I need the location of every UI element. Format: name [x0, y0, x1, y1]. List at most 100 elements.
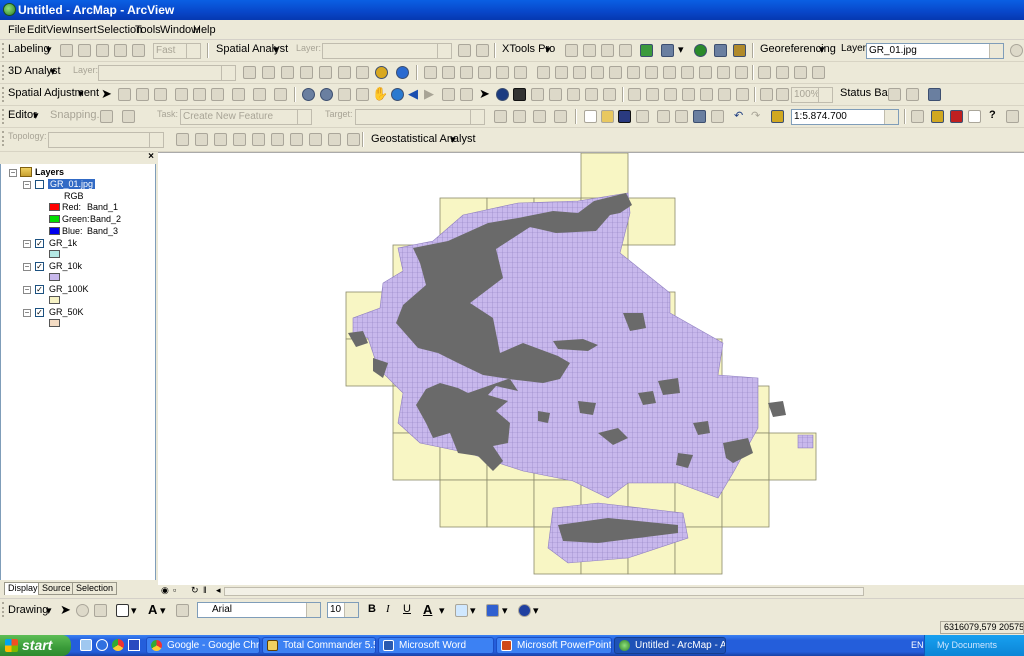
layout-tool-icon[interactable] — [664, 88, 677, 101]
layout-view-icon[interactable]: ▫ — [173, 585, 176, 595]
grid-tool-icon[interactable] — [442, 66, 455, 79]
chevron-down-icon[interactable]: ▾ — [46, 604, 52, 617]
label-tool-icon[interactable] — [114, 44, 127, 57]
grid-tool-icon[interactable] — [735, 66, 748, 79]
zoom-out-icon[interactable] — [320, 88, 333, 101]
layout-tool-icon[interactable] — [776, 88, 789, 101]
rectangle-icon[interactable] — [116, 604, 129, 617]
chevron-down-icon[interactable]: ▾ — [160, 604, 166, 617]
label-speed-dropdown[interactable]: Fast — [153, 43, 201, 59]
chevron-down-icon[interactable]: ▾ — [470, 604, 476, 617]
grid-tool-icon[interactable] — [537, 66, 550, 79]
adjust-tool-icon[interactable] — [154, 88, 167, 101]
edit-tool-icon[interactable] — [494, 110, 507, 123]
xtools-icon[interactable] — [601, 44, 614, 57]
edit-vertices-icon[interactable] — [176, 604, 189, 617]
georef-layer-dropdown[interactable]: GR_01.jpg — [866, 43, 1004, 59]
horizontal-scrollbar[interactable] — [224, 587, 864, 596]
grid-tool-icon[interactable] — [609, 66, 622, 79]
topology-tool-icon[interactable] — [309, 133, 322, 146]
menu-insert[interactable]: Insert — [69, 24, 97, 36]
fixed-zoom-out-icon[interactable] — [356, 88, 369, 101]
grid-tool-icon[interactable] — [645, 66, 658, 79]
select-elements-icon[interactable]: ➤ — [60, 602, 71, 618]
chevron-down-icon[interactable]: ▾ — [533, 604, 539, 617]
open-folder-icon[interactable] — [601, 110, 614, 123]
layer-checkbox[interactable]: ✓ — [35, 308, 44, 317]
toolbox-icon[interactable] — [950, 110, 963, 123]
new-document-icon[interactable] — [584, 110, 597, 123]
redo-icon[interactable]: ↷ — [751, 109, 760, 122]
3d-layer-dropdown[interactable] — [98, 65, 236, 81]
grid-tool-icon[interactable] — [812, 66, 825, 79]
map-canvas[interactable] — [158, 153, 1024, 586]
topology-tool-icon[interactable] — [271, 133, 284, 146]
adjust-tool-icon[interactable] — [253, 88, 266, 101]
clear-selection-icon[interactable] — [460, 88, 473, 101]
grid-tool-icon[interactable] — [717, 66, 730, 79]
chevron-down-icon[interactable]: ▾ — [273, 43, 279, 56]
map-scale-dropdown[interactable]: 1:5.874.700 — [791, 109, 899, 125]
scroll-left-icon[interactable]: ◂ — [216, 585, 221, 596]
chevron-down-icon[interactable]: ▾ — [131, 604, 137, 617]
status-bar-button[interactable]: Status Bar — [840, 87, 891, 99]
topology-tool-icon[interactable] — [328, 133, 341, 146]
font-dropdown[interactable]: Arial — [197, 602, 321, 618]
collapse-icon[interactable]: − — [23, 263, 31, 271]
analyst-layer-dropdown[interactable] — [322, 43, 452, 59]
collapse-icon[interactable]: − — [23, 286, 31, 294]
zoom-percent-dropdown[interactable]: 100% — [791, 87, 833, 103]
fill-color-icon[interactable] — [455, 604, 468, 617]
layout-tool-icon[interactable] — [888, 88, 901, 101]
grid-tool-icon[interactable] — [573, 66, 586, 79]
grid-tool-icon[interactable] — [591, 66, 604, 79]
paste-icon[interactable] — [693, 110, 706, 123]
collapse-icon[interactable]: − — [23, 240, 31, 248]
steepest-path-icon[interactable] — [262, 66, 275, 79]
layers-root[interactable]: Layers — [35, 167, 64, 177]
editor-toolbar-icon[interactable] — [1006, 110, 1019, 123]
font-color-icon[interactable]: A — [423, 602, 432, 617]
go-to-xy-icon[interactable] — [531, 88, 544, 101]
search-icon[interactable] — [733, 44, 746, 57]
grid-tool-icon[interactable] — [758, 66, 771, 79]
calculator-icon[interactable] — [714, 44, 727, 57]
adjust-tool-icon[interactable] — [118, 88, 131, 101]
chevron-down-icon[interactable]: ▾ — [439, 604, 445, 617]
layout-tool-icon[interactable] — [928, 88, 941, 101]
measure-icon[interactable] — [549, 88, 562, 101]
topology-tool-icon[interactable] — [195, 133, 208, 146]
histogram-icon[interactable] — [458, 44, 471, 57]
add-data-icon[interactable] — [640, 44, 653, 57]
arcglobe-icon[interactable] — [396, 66, 409, 79]
menu-tools[interactable]: Tools — [135, 24, 161, 36]
print-icon[interactable] — [636, 110, 649, 123]
taskbar-item-chrome[interactable]: Google - Google Chrome — [146, 637, 260, 654]
layout-tool-icon[interactable] — [718, 88, 731, 101]
topology-tool-icon[interactable] — [176, 133, 189, 146]
data-view-icon[interactable]: ◉ — [161, 585, 169, 596]
underline-button[interactable]: U — [403, 603, 411, 615]
grid-tool-icon[interactable] — [514, 66, 527, 79]
classify-icon[interactable] — [476, 44, 489, 57]
select-elements-icon[interactable]: ➤ — [479, 87, 490, 100]
edit-tool-icon[interactable] — [100, 110, 113, 123]
time-slider-icon[interactable] — [603, 88, 616, 101]
label-tool-icon[interactable] — [60, 44, 73, 57]
layer-name-gr-01[interactable]: GR_01.jpg — [48, 179, 96, 189]
collapse-icon[interactable]: − — [9, 169, 17, 177]
command-line-icon[interactable] — [968, 110, 981, 123]
arcscene-icon[interactable] — [375, 66, 388, 79]
chevron-down-icon[interactable]: ▾ — [46, 43, 52, 56]
layout-tool-icon[interactable] — [736, 88, 749, 101]
graph-icon[interactable] — [356, 66, 369, 79]
fixed-zoom-in-icon[interactable] — [338, 88, 351, 101]
line-of-sight-icon[interactable] — [281, 66, 294, 79]
my-documents-label[interactable]: My Documents — [937, 640, 997, 650]
task-dropdown[interactable]: Create New Feature — [180, 109, 312, 125]
identify-icon[interactable] — [496, 88, 509, 101]
taskbar-item-powerpoint[interactable]: Microsoft PowerPoint — [496, 637, 612, 654]
zoom-whole-page-icon[interactable] — [94, 604, 107, 617]
chevron-down-icon[interactable]: ▾ — [50, 65, 56, 78]
bold-button[interactable]: B — [368, 603, 376, 615]
